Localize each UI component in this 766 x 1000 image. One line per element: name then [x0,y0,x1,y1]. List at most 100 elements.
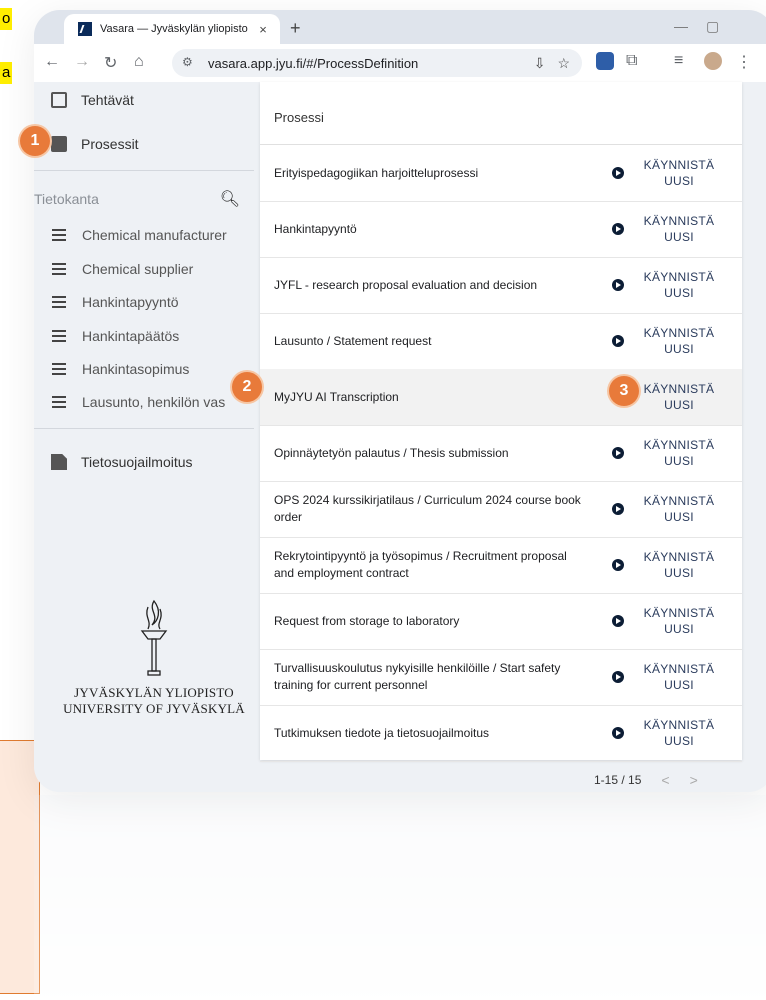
play-icon[interactable] [612,167,624,179]
reload-icon[interactable]: ↻ [104,53,117,73]
list-icon [52,296,66,308]
start-new-button[interactable]: KÄYNNISTÄ UUSI [634,437,724,469]
bookmark-star-icon[interactable]: ☆ [557,55,570,72]
start-new-line1: KÄYNNISTÄ [643,550,715,564]
process-name: MyJYU AI Transcription [274,389,399,404]
prev-page-icon[interactable]: < [661,772,669,788]
table-row[interactable]: Rekrytointipyyntö ja työsopimus / Recrui… [260,537,742,594]
step-badge-2: 2 [232,372,262,402]
site-favicon-icon [78,22,92,36]
db-item[interactable]: Chemical manufacturer [34,223,254,247]
site-info-icon[interactable]: ⚙ [182,55,200,71]
list-icon [52,330,66,342]
play-icon[interactable] [612,615,624,627]
new-tab-button[interactable]: + [290,18,301,39]
browser-tab[interactable]: Vasara — Jyväskylän yliopisto × [64,14,280,44]
start-new-button[interactable]: KÄYNNISTÄ UUSI [634,661,724,693]
process-name: Request from storage to laboratory [274,613,460,628]
db-item[interactable]: Chemical supplier [34,257,254,281]
address-bar[interactable]: ⚙ vasara.app.jyu.fi/#/ProcessDefinition … [172,49,582,77]
extensions-puzzle-icon[interactable]: ⧉ [626,52,637,70]
install-app-icon[interactable]: ⇩ [534,55,546,72]
start-new-button[interactable]: KÄYNNISTÄ UUSI [634,269,724,301]
next-page-icon[interactable]: > [690,772,698,788]
play-icon[interactable] [612,335,624,347]
process-name: OPS 2024 kurssikirjatilaus / Curriculum … [274,493,581,524]
table-row[interactable]: Turvallisuuskoulutus nykyisille henkilöi… [260,649,742,706]
process-name: Hankintapyyntö [274,221,357,236]
table-row[interactable]: OPS 2024 kurssikirjatilaus / Curriculum … [260,481,742,538]
db-item[interactable]: Lausunto, henkilön vas [34,390,254,414]
table-row[interactable]: Lausunto / Statement request KÄYNNISTÄ UUS… [260,313,742,370]
table-row[interactable]: Request from storage to laboratory KÄYNNI… [260,593,742,650]
step-badge-3: 3 [609,376,639,406]
header-label: Prosessi [274,110,324,125]
extension-icon[interactable] [596,52,614,70]
start-new-button[interactable]: KÄYNNISTÄ UUSI [634,605,724,637]
divider [34,170,254,171]
highlight-snippet-2: a [0,62,13,84]
db-item-label: Hankintasopimus [82,361,190,377]
db-item[interactable]: Hankintapäätös [34,324,254,348]
inbox-icon [51,92,67,108]
start-new-line1: KÄYNNISTÄ [643,662,715,676]
table-row[interactable]: JYFL - research proposal evaluation and … [260,257,742,314]
section-title-text: Tietokanta [34,191,99,207]
start-new-line2: UUSI [664,566,694,580]
logo-line-fi: JYVÄSKYLÄN YLIOPISTO [74,685,234,700]
minimize-icon[interactable]: — [674,18,688,34]
list-header: Prosessi [260,82,742,145]
back-icon[interactable]: ← [44,53,60,71]
start-new-line1: KÄYNNISTÄ [643,494,715,508]
start-new-button[interactable]: KÄYNNISTÄ UUSI [634,325,724,357]
db-item[interactable]: Hankintapyyntö [34,290,254,314]
table-row[interactable]: Tutkimuksen tiedote ja tietosuojailmoitu… [260,705,742,762]
table-row[interactable]: Erityispedagogiikan harjoitteluprosessi K… [260,145,742,202]
play-icon[interactable] [612,279,624,291]
play-icon[interactable] [612,671,624,683]
play-icon[interactable] [612,503,624,515]
process-list: Prosessi Erityispedagogiikan harjoittelu… [260,82,742,762]
forward-icon[interactable]: → [74,53,90,71]
start-new-line2: UUSI [664,230,694,244]
home-icon[interactable]: ⌂ [134,53,144,71]
search-icon[interactable]: 🔍︎ [220,189,240,209]
play-icon[interactable] [612,223,624,235]
db-item[interactable]: Hankintasopimus [34,357,254,381]
start-new-line1: KÄYNNISTÄ [643,438,715,452]
start-new-button[interactable]: KÄYNNISTÄ UUSI [634,213,724,245]
menu-dots-icon[interactable]: ⋮ [736,52,752,72]
start-new-line1: KÄYNNISTÄ [643,270,715,284]
divider [34,428,254,429]
start-new-button[interactable]: KÄYNNISTÄ UUSI [634,381,724,413]
reading-list-icon[interactable]: ≡ [674,52,683,70]
start-new-line1: KÄYNNISTÄ [643,326,715,340]
db-item-label: Chemical supplier [82,261,194,277]
start-new-button[interactable]: KÄYNNISTÄ UUSI [634,493,724,525]
list-icon [52,229,66,241]
play-icon[interactable] [612,559,624,571]
profile-avatar-icon[interactable] [704,52,722,70]
start-new-button[interactable]: KÄYNNISTÄ UUSI [634,157,724,189]
table-row[interactable]: Hankintapyyntö KÄYNNISTÄ UUSI [260,201,742,258]
maximize-icon[interactable]: ▢ [706,18,719,35]
torch-logo-icon [140,599,168,676]
table-row[interactable]: MyJYU AI Transcription KÄYNNISTÄ UUSI [260,369,742,426]
process-name: Opinnäytetyön palautus / Thesis submissi… [274,445,509,460]
process-name: Erityispedagogiikan harjoitteluprosessi [274,165,479,180]
process-name: JYFL - research proposal evaluation and … [274,277,538,292]
tab-close-icon[interactable]: × [254,22,272,37]
table-row[interactable]: Opinnäytetyön palautus / Thesis submissi… [260,425,742,482]
start-new-button[interactable]: KÄYNNISTÄ UUSI [634,549,724,581]
play-icon[interactable] [612,727,624,739]
browser-window: Vasara — Jyväskylän yliopisto × + — ▢ ← … [34,10,766,792]
start-new-line1: KÄYNNISTÄ [643,214,715,228]
start-new-button[interactable]: KÄYNNISTÄ UUSI [634,717,724,749]
nav-privacy[interactable]: Tietosuojailmoitus [34,448,254,476]
start-new-line1: KÄYNNISTÄ [643,382,715,396]
play-icon[interactable] [612,447,624,459]
nav-tasks[interactable]: Tehtävät [34,86,254,114]
db-item-label: Hankintapäätös [82,328,180,344]
database-section-title: Tietokanta 🔍︎ [34,186,254,212]
nav-processes[interactable]: Prosessit [34,130,254,158]
